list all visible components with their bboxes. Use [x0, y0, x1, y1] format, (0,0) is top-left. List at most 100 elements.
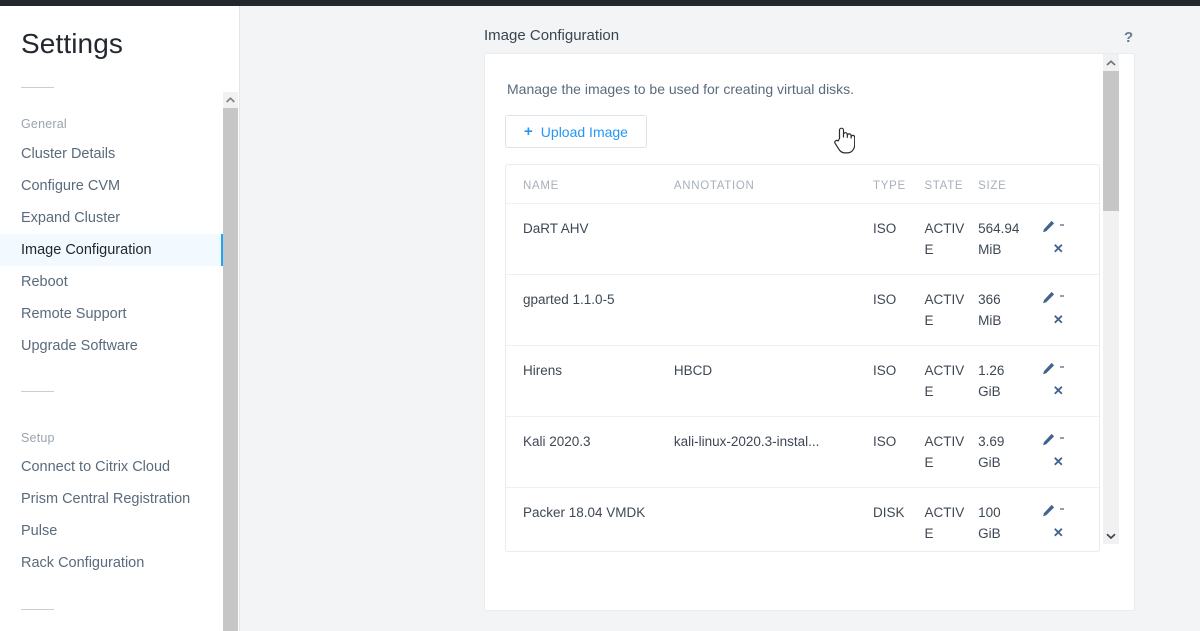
cell-type: ISO: [873, 275, 924, 346]
more-actions-icon[interactable]: [1060, 295, 1064, 297]
close-x-icon[interactable]: ✕: [1053, 526, 1064, 539]
cell-state: ACTIVE: [924, 488, 978, 553]
column-header-name[interactable]: NAME: [506, 165, 674, 204]
close-x-icon[interactable]: ✕: [1053, 313, 1064, 326]
sidebar-item-connect-to-citrix-cloud[interactable]: Connect to Citrix Cloud: [0, 451, 224, 483]
cell-name: Kali 2020.3: [506, 417, 674, 488]
pencil-icon[interactable]: [1042, 431, 1055, 452]
content-scrollbar-thumb[interactable]: [1103, 71, 1119, 211]
sidebar-item-label: Image Configuration: [21, 242, 152, 258]
app-root: Settings General Cluster Details Configu…: [0, 0, 1200, 631]
sidebar-item-image-configuration[interactable]: Image Configuration: [0, 234, 224, 266]
cell-name: gparted 1.1.0-5: [506, 275, 674, 346]
cell-name: Packer 18.04 VMDK: [506, 488, 674, 553]
sidebar-item-pulse[interactable]: Pulse: [0, 515, 224, 547]
more-actions-icon[interactable]: [1060, 224, 1064, 226]
cell-annotation: [674, 204, 873, 275]
cell-type: ISO: [873, 346, 924, 417]
more-actions-icon[interactable]: [1060, 366, 1064, 368]
annotation-text: HBCD: [674, 360, 826, 381]
pencil-icon[interactable]: [1042, 360, 1055, 381]
sidebar-item-label: Upgrade Software: [21, 338, 138, 354]
sidebar-scrollbar-thumb[interactable]: [223, 108, 238, 631]
sidebar-divider-middle: [21, 391, 54, 392]
upload-image-button[interactable]: + Upload Image: [505, 115, 647, 148]
more-actions-icon[interactable]: [1060, 437, 1064, 439]
cell-actions: ✕: [1032, 275, 1099, 346]
card-description: Manage the images to be used for creatin…: [507, 81, 854, 97]
pencil-icon[interactable]: [1042, 502, 1055, 523]
table-row[interactable]: Packer 18.04 VMDK DISK ACTIVE 100 GiB: [506, 488, 1099, 553]
table-row[interactable]: Kali 2020.3 kali-linux-2020.3-instal... …: [506, 417, 1099, 488]
sidebar-item-label: Remote Support: [21, 306, 127, 322]
table-row[interactable]: Hirens HBCD ISO ACTIVE 1.26 GiB: [506, 346, 1099, 417]
table-head: NAME ANNOTATION TYPE STATE SIZE: [506, 165, 1099, 204]
close-x-icon[interactable]: ✕: [1053, 455, 1064, 468]
cell-state: ACTIVE: [924, 275, 978, 346]
cell-annotation: kali-linux-2020.3-instal...: [674, 417, 873, 488]
cell-state: ACTIVE: [924, 204, 978, 275]
cell-size: 100 GiB: [978, 488, 1032, 553]
cell-state: ACTIVE: [924, 346, 978, 417]
table-header-row: NAME ANNOTATION TYPE STATE SIZE: [506, 165, 1099, 204]
pencil-icon[interactable]: [1042, 289, 1055, 310]
cell-actions: ✕: [1032, 346, 1099, 417]
image-configuration-card: Manage the images to be used for creatin…: [484, 53, 1135, 611]
close-x-icon[interactable]: ✕: [1053, 242, 1064, 255]
cell-size: 564.94 MiB: [978, 204, 1032, 275]
plus-icon: +: [524, 124, 533, 139]
page-title: Settings: [21, 28, 123, 60]
cell-size: 3.69 GiB: [978, 417, 1032, 488]
column-header-state[interactable]: STATE: [924, 165, 978, 204]
cell-actions: ✕: [1032, 417, 1099, 488]
sidebar-item-label: Expand Cluster: [21, 210, 120, 226]
column-header-size[interactable]: SIZE: [978, 165, 1032, 204]
sidebar-item-expand-cluster[interactable]: Expand Cluster: [0, 202, 224, 234]
images-table-container: NAME ANNOTATION TYPE STATE SIZE DaRT AHV: [505, 164, 1100, 552]
cell-state: ACTIVE: [924, 417, 978, 488]
sidebar-item-label: Connect to Citrix Cloud: [21, 459, 170, 475]
sidebar-item-label: Pulse: [21, 523, 57, 539]
column-header-type[interactable]: TYPE: [873, 165, 924, 204]
help-question-icon[interactable]: ?: [1124, 29, 1133, 46]
annotation-text: kali-linux-2020.3-instal...: [674, 431, 826, 452]
table-row[interactable]: gparted 1.1.0-5 ISO ACTIVE 366 MiB: [506, 275, 1099, 346]
sidebar-divider-bottom: [21, 609, 54, 610]
cell-actions: ✕: [1032, 488, 1099, 553]
chevron-up-icon[interactable]: [223, 92, 238, 108]
cell-size: 1.26 GiB: [978, 346, 1032, 417]
sidebar-section-general: General: [21, 117, 67, 131]
sidebar-item-upgrade-software[interactable]: Upgrade Software: [0, 330, 224, 362]
cell-annotation: [674, 488, 873, 553]
page-header-title: Image Configuration: [484, 27, 619, 44]
cell-name: Hirens: [506, 346, 674, 417]
cell-type: DISK: [873, 488, 924, 553]
chevron-down-icon[interactable]: [1103, 527, 1119, 544]
sidebar-item-configure-cvm[interactable]: Configure CVM: [0, 170, 224, 202]
sidebar-item-label: Rack Configuration: [21, 555, 144, 571]
cell-annotation: [674, 275, 873, 346]
pencil-icon[interactable]: [1042, 218, 1055, 239]
cell-annotation: HBCD: [674, 346, 873, 417]
column-header-annotation[interactable]: ANNOTATION: [674, 165, 873, 204]
more-actions-icon[interactable]: [1060, 508, 1064, 510]
column-header-actions: [1032, 165, 1099, 204]
sidebar-item-reboot[interactable]: Reboot: [0, 266, 224, 298]
main-content: Image Configuration ? Manage the images …: [241, 6, 1200, 631]
sidebar-item-label: Configure CVM: [21, 178, 120, 194]
sidebar-item-remote-support[interactable]: Remote Support: [0, 298, 224, 330]
sidebar-item-prism-central-registration[interactable]: Prism Central Registration: [0, 483, 224, 515]
upload-image-label: Upload Image: [541, 124, 628, 140]
chevron-up-icon[interactable]: [1103, 54, 1119, 71]
sidebar-item-label: Prism Central Registration: [21, 491, 190, 507]
sidebar-divider-top: [21, 87, 54, 88]
sidebar-item-rack-configuration[interactable]: Rack Configuration: [0, 547, 224, 579]
table-row[interactable]: DaRT AHV ISO ACTIVE 564.94 MiB: [506, 204, 1099, 275]
close-x-icon[interactable]: ✕: [1053, 384, 1064, 397]
cell-name: DaRT AHV: [506, 204, 674, 275]
sidebar-item-label: Reboot: [21, 274, 68, 290]
cell-size: 366 MiB: [978, 275, 1032, 346]
sidebar-item-label: Cluster Details: [21, 146, 115, 162]
sidebar-item-cluster-details[interactable]: Cluster Details: [0, 138, 224, 170]
cell-type: ISO: [873, 204, 924, 275]
